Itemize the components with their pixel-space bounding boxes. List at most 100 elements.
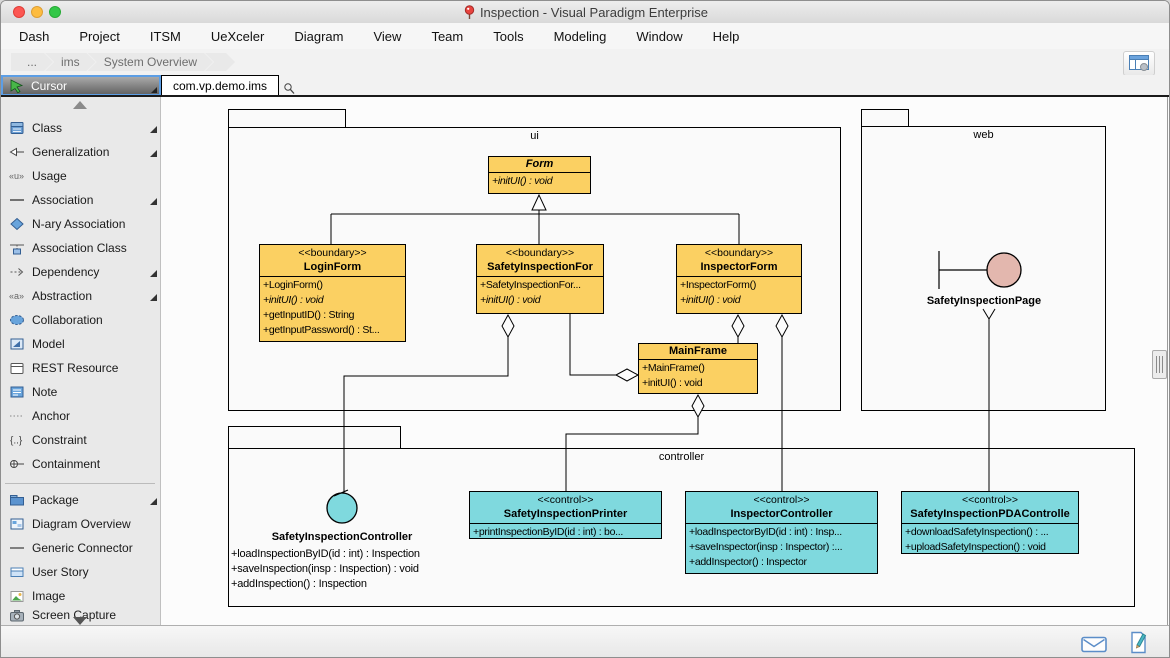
note-icon [9,384,25,400]
panel-view-button[interactable] [1123,51,1155,76]
palette-item-cursor[interactable]: Cursor [1,75,161,96]
dependency-icon [9,264,25,280]
submenu-corner-icon [150,270,157,277]
class-safetyinspectionpage-name[interactable]: SafetyInspectionPage [894,295,1074,307]
member: +loadInspectionByID(id : int) : Inspecti… [231,547,420,562]
palette-item-rest-resource[interactable]: REST Resource [1,356,161,380]
class-safetyinspectioncontroller-name[interactable]: SafetyInspectionController [222,531,462,543]
user-story-icon [9,564,25,580]
menu-modeling[interactable]: Modeling [554,29,607,44]
generalization-connector[interactable] [331,195,739,244]
palette-item-association-class[interactable]: Association Class [1,236,161,260]
palette-item-generic-connector[interactable]: Generic Connector [1,536,161,560]
svg-text:«a»: «a» [9,291,24,301]
palette-item-dependency[interactable]: Dependency [1,260,161,284]
menu-team[interactable]: Team [431,29,463,44]
menu-help[interactable]: Help [713,29,740,44]
palette-item-label: Model [32,337,65,351]
palette-item-note[interactable]: Note [1,380,161,404]
palette-item-anchor[interactable]: Anchor [1,404,161,428]
package-controller-label: controller [228,451,1135,463]
member: +MainFrame() [639,361,757,376]
palette-item-label: Containment [32,457,100,471]
menu-project[interactable]: Project [79,29,119,44]
aggregation-mainframe-to-printer[interactable] [566,395,704,491]
menu-itsm[interactable]: ITSM [150,29,181,44]
screen-capture-icon [9,607,25,623]
aggregation-inspectorform-to-inspectorcontroller[interactable] [776,315,788,491]
menu-window[interactable]: Window [636,29,682,44]
palette-item-constraint[interactable]: {..} Constraint [1,428,161,452]
class-name: InspectorForm [679,260,799,275]
palette-item-label: Association Class [32,241,127,255]
association-class-icon [9,240,25,256]
usage-icon: «u» [9,168,25,184]
package-ui-label: ui [228,130,841,142]
palette-item-label: Generalization [32,145,109,159]
mail-icon[interactable] [1081,635,1107,653]
class-inspectorcontroller[interactable]: <<control>> InspectorController +loadIns… [685,491,878,574]
palette-item-nary-association[interactable]: N-ary Association [1,212,161,236]
palette-item-package[interactable]: Package [1,488,161,512]
palette-scroll-up[interactable] [73,101,87,109]
association-page-to-pdacontroller[interactable] [983,309,995,491]
aggregation-inspectorform-to-mainframe[interactable] [732,315,744,343]
menu-tools[interactable]: Tools [493,29,523,44]
submenu-corner-icon [151,87,157,93]
class-form[interactable]: Form +initUI() : void [488,156,591,194]
menu-view[interactable]: View [373,29,401,44]
class-safetyinspectionpdacontroller[interactable]: <<control>> SafetyInspectionPDAControlle… [901,491,1079,554]
document-edit-icon[interactable] [1129,631,1149,655]
breadcrumb-ellipsis[interactable]: ... [11,53,53,71]
menu-dash[interactable]: Dash [19,29,49,44]
class-members: +downloadSafetyInspection() : ... +uploa… [902,524,1078,554]
diagram-tab[interactable]: com.vp.demo.ims [161,75,279,96]
palette-item-label: Constraint [32,433,87,447]
class-safetyinspectionform[interactable]: <<boundary>> SafetyInspectionFor +Safety… [476,244,604,314]
palette-item-class[interactable]: Class [1,116,161,140]
palette-item-user-story[interactable]: User Story [1,560,161,584]
submenu-corner-icon [150,498,157,505]
rest-resource-icon [9,360,25,376]
stereotype: <<boundary>> [262,247,403,260]
class-members: +LoginForm() +initUI() : void +getInputI… [260,277,405,339]
collaboration-icon [9,312,25,328]
class-name: MainFrame [641,344,755,359]
class-header: <<boundary>> SafetyInspectionFor [477,245,603,277]
member: +LoginForm() [260,278,405,293]
palette-item-usage[interactable]: «u» Usage [1,164,161,188]
class-header: <<control>> SafetyInspectionPrinter [470,492,661,524]
class-safetyinspectionprinter[interactable]: <<control>> SafetyInspectionPrinter +pri… [469,491,662,539]
member: +InspectorForm() [677,278,801,293]
menu-uexceler[interactable]: UeXceler [211,29,264,44]
abstraction-icon: «a» [9,288,25,304]
palette-item-collaboration[interactable]: Collaboration [1,308,161,332]
control-lifeline-icon[interactable] [327,490,357,523]
class-inspectorform[interactable]: <<boundary>> InspectorForm +InspectorFor… [676,244,802,314]
diagram-overview-icon [9,516,25,532]
class-loginform[interactable]: <<boundary>> LoginForm +LoginForm() +ini… [259,244,406,342]
class-mainframe[interactable]: MainFrame +MainFrame() +initUI() : void [638,343,758,394]
class-name: SafetyInspectionPrinter [472,507,659,522]
aggregation-form-to-mainframe[interactable] [570,314,638,381]
palette-item-generalization[interactable]: Generalization [1,140,161,164]
class-members: +MainFrame() +initUI() : void [639,360,757,392]
generalization-icon [9,144,25,160]
stereotype: <<boundary>> [679,247,799,260]
palette-item-containment[interactable]: Containment [1,452,161,476]
panel-splitter-grip[interactable] [1152,350,1167,379]
palette-item-label: Usage [32,169,67,183]
class-name: SafetyInspectionPDAControlle [904,507,1076,522]
member: +getInputPassword() : St... [260,323,405,338]
menu-diagram[interactable]: Diagram [294,29,343,44]
palette-item-association[interactable]: Association [1,188,161,212]
palette-item-diagram-overview[interactable]: Diagram Overview [1,512,161,536]
boundary-lifeline-icon[interactable] [939,251,1021,289]
submenu-corner-icon [150,294,157,301]
diagram-canvas[interactable]: ui web controller [161,97,1170,625]
breadcrumb: ... ims System Overview [1,49,1170,75]
palette-item-model[interactable]: Model [1,332,161,356]
palette-scroll-down[interactable] [73,617,87,625]
palette-item-abstraction[interactable]: «a» Abstraction [1,284,161,308]
breadcrumb-system-overview[interactable]: System Overview [88,53,213,71]
